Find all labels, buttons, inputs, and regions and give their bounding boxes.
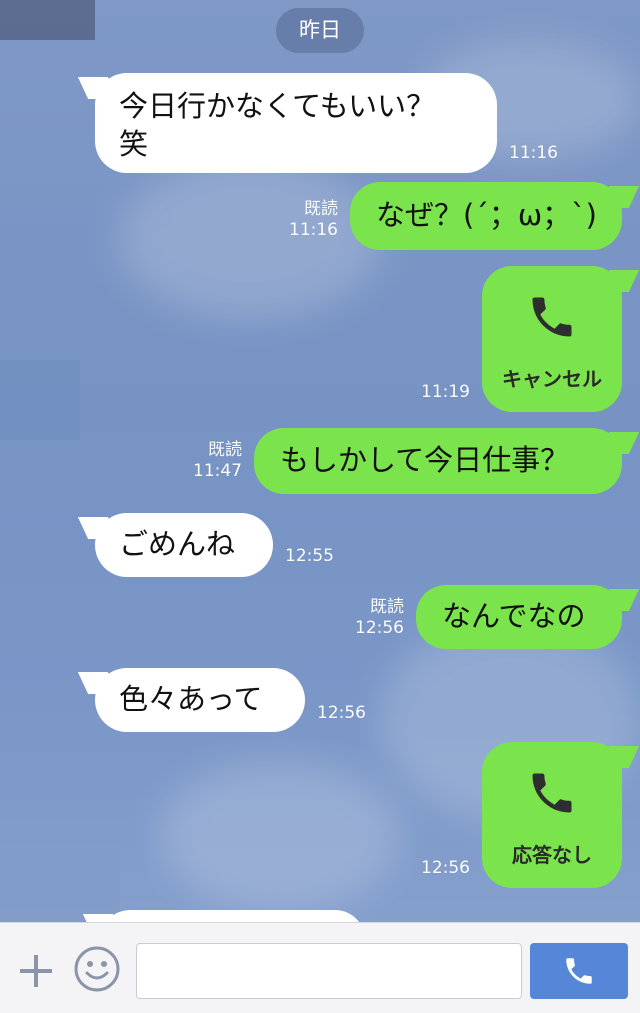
read-receipt: 既読 <box>304 199 338 219</box>
message-time: 12:55 <box>285 546 334 566</box>
message-time: 11:19 <box>421 382 470 402</box>
background-cloud <box>160 760 400 910</box>
message-text: 笑 <box>119 127 149 161</box>
phone-icon <box>532 297 572 337</box>
call-message[interactable]: 応答なし <box>482 742 622 888</box>
received-message-partial[interactable] <box>100 910 365 922</box>
received-message[interactable]: ごめんね <box>95 513 273 577</box>
message-text: なぜ？(´；ω；`) <box>376 198 597 232</box>
voice-call-button[interactable] <box>530 943 628 999</box>
message-text: もしかして今日仕事？ <box>280 443 570 477</box>
message-text: なんでなの <box>442 599 586 633</box>
message-time: 11:16 <box>509 143 558 163</box>
emoji-icon[interactable] <box>73 945 121 993</box>
sent-message[interactable]: なぜ？(´；ω；`) <box>350 182 622 250</box>
message-text: 今日行かなくてもいい？ <box>119 89 436 123</box>
message-text: ごめんね <box>119 527 236 561</box>
sent-message[interactable]: なんでなの <box>416 585 622 649</box>
read-receipt: 既読 <box>370 597 404 617</box>
message-input-bar <box>0 922 640 1013</box>
date-separator: 昨日 <box>276 8 364 53</box>
received-message[interactable]: 今日行かなくてもいい？ 笑 <box>95 73 497 173</box>
message-time: 11:16 <box>289 220 338 240</box>
read-receipt: 既読 <box>208 440 242 460</box>
blurred-region <box>0 360 80 440</box>
received-message[interactable]: 色々あって <box>95 668 305 732</box>
blurred-region <box>0 0 95 40</box>
blurred-region <box>0 840 120 922</box>
plus-icon[interactable] <box>14 949 58 993</box>
message-text: 色々あって <box>119 682 263 716</box>
message-time: 12:56 <box>421 858 470 878</box>
background-cloud <box>120 160 380 320</box>
message-time: 12:56 <box>355 618 404 638</box>
message-input[interactable] <box>136 943 522 999</box>
phone-icon <box>566 958 592 984</box>
call-status-label: キャンセル <box>502 367 602 391</box>
call-status-label: 応答なし <box>512 843 592 867</box>
sent-message[interactable]: もしかして今日仕事？ <box>254 428 622 494</box>
message-time: 11:47 <box>193 461 242 481</box>
message-time: 12:56 <box>317 703 366 723</box>
chat-area[interactable]: 昨日 今日行かなくてもいい？ 笑 11:16 既読 11:16 なぜ？(´；ω；… <box>0 0 640 922</box>
phone-icon <box>532 773 572 813</box>
call-message[interactable]: キャンセル <box>482 266 622 412</box>
